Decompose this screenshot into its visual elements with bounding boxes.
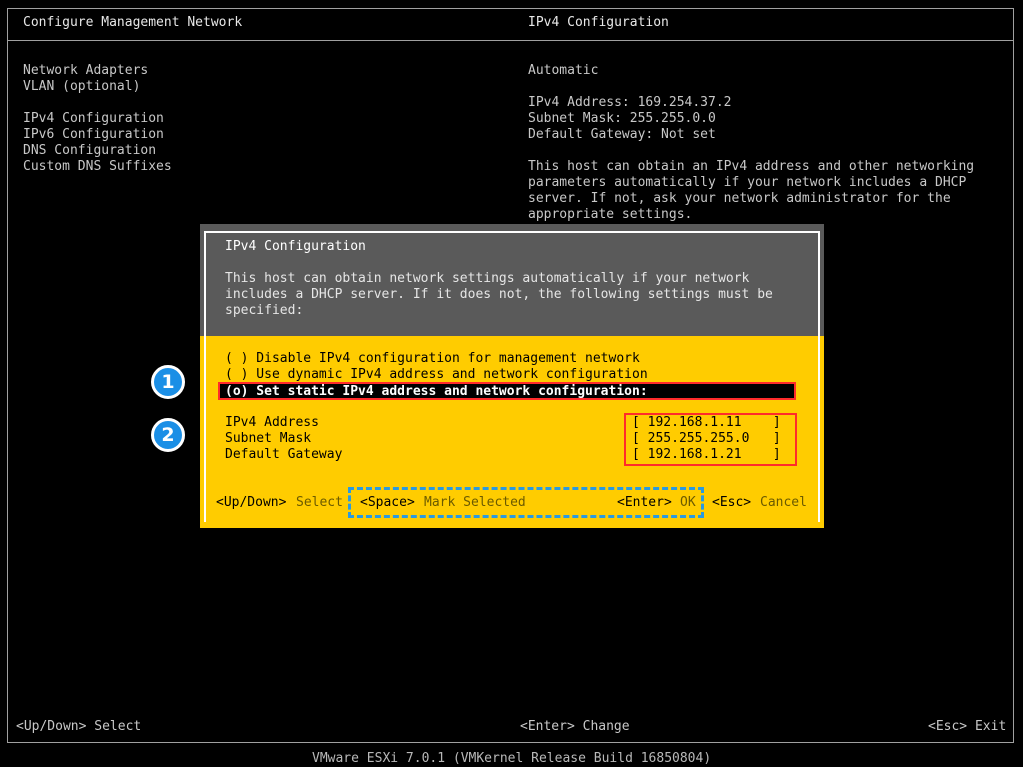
menu-item-dns-configuration[interactable]: DNS Configuration [23,143,156,159]
option-dynamic-ipv4[interactable]: ( ) Use dynamic IPv4 address and network… [225,367,648,383]
dialog-description-line: This host can obtain network settings au… [225,271,750,286]
hint-updown-action: Select [296,495,343,510]
right-panel-description-line: server. If not, ask your network adminis… [528,191,951,206]
right-panel-description-line: parameters automatically if your network… [528,175,967,190]
right-panel-title: IPv4 Configuration [528,15,669,30]
hint-updown-key: <Up/Down> [216,495,287,510]
footer-select-hint: <Up/Down> Select [16,719,142,734]
right-panel-description-line: This host can obtain an IPv4 address and… [528,159,975,174]
left-panel-title: Configure Management Network [23,15,243,30]
footer-change-hint: <Enter> Change [520,719,630,734]
callout-badge-2: 2 [151,418,185,452]
default-gateway-info: Default Gateway: Not set [528,127,716,142]
subnet-mask-field[interactable]: [ 255.255.255.0 ] [632,431,781,447]
dialog-description-line: specified: [225,303,304,318]
callout-badge-1: 1 [151,365,185,399]
ipv4-address-label: IPv4 Address [225,415,319,430]
option-disable-ipv4[interactable]: ( ) Disable IPv4 configuration for manag… [225,351,640,367]
ipv4-address-field[interactable]: [ 192.168.1.11 ] [632,415,781,431]
option-static-ipv4-label: (o) Set static IPv4 address and network … [225,384,648,399]
subnet-mask-label: Subnet Mask [225,431,312,446]
dialog-description-line: includes a DHCP server. If it does not, … [225,287,773,302]
footer-exit-hint: <Esc> Exit [928,719,1007,734]
ipv4-mode: Automatic [528,63,599,78]
menu-item-custom-dns-suffixes[interactable]: Custom DNS Suffixes [23,159,172,175]
header-divider [8,40,1013,41]
ipv4-address-info: IPv4 Address: 169.254.37.2 [528,95,732,110]
default-gateway-label: Default Gateway [225,447,343,462]
right-panel-description-line: appropriate settings. [528,207,693,222]
menu-item-vlan[interactable]: VLAN (optional) [23,79,140,95]
dialog-title: IPv4 Configuration [225,239,366,254]
cancel-button-label[interactable]: Cancel [760,495,807,511]
cancel-button[interactable]: <Esc> [712,495,751,511]
version-info: VMware ESXi 7.0.1 (VMKernel Release Buil… [312,751,712,766]
subnet-mask-info: Subnet Mask: 255.255.0.0 [528,111,716,126]
menu-item-ipv4-configuration[interactable]: IPv4 Configuration [23,111,164,127]
menu-item-network-adapters[interactable]: Network Adapters [23,63,148,79]
default-gateway-field[interactable]: [ 192.168.1.21 ] [632,447,781,463]
hint-highlight-box [348,487,704,518]
option-static-ipv4[interactable]: (o) Set static IPv4 address and network … [218,382,796,400]
menu-item-ipv6-configuration[interactable]: IPv6 Configuration [23,127,164,143]
